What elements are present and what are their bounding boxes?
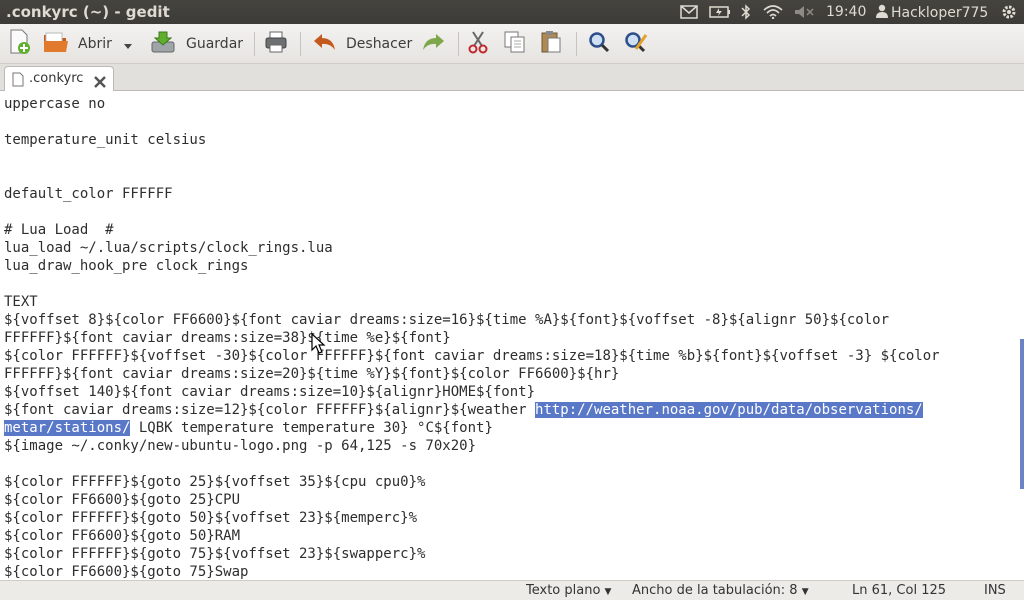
top-panel: .conkyrc (~) - gedit 19:40 Hackloper775 — [0, 0, 1024, 24]
editor-line[interactable]: temperature_unit celsius — [4, 131, 940, 149]
search-replace-icon — [624, 31, 648, 57]
cursor-position: Ln 61, Col 125 — [852, 583, 947, 598]
save-button[interactable]: Guardar — [150, 24, 246, 64]
volume-muted-icon[interactable] — [792, 0, 816, 24]
recent-files-dropdown[interactable] — [124, 24, 138, 64]
undo-arrow-icon — [312, 32, 338, 56]
user-menu[interactable]: Hackloper775 — [876, 4, 988, 22]
editor-line[interactable]: ${font caviar dreams:size=12}${color FFF… — [4, 401, 940, 419]
text-file-icon — [12, 72, 24, 91]
selected-text[interactable]: metar/stations/ — [4, 420, 131, 436]
tab-label: .conkyrc — [29, 71, 84, 86]
line-text: LQBK temperature temperature 30} °C${fon… — [138, 420, 493, 436]
tab-conkyrc[interactable]: .conkyrc — [4, 66, 114, 92]
editor-line[interactable]: ${color FF6600}${goto 75}Swap — [4, 563, 940, 580]
editor-line[interactable]: ${voffset 140}${font caviar dreams:size=… — [4, 383, 940, 401]
scissors-icon — [468, 30, 488, 58]
paste-clipboard-icon — [540, 30, 562, 58]
editor-line[interactable]: # Lua Load # — [4, 221, 940, 239]
editor-line[interactable]: ${color FFFFFF}${goto 75}${voffset 23}${… — [4, 545, 940, 563]
editor-line[interactable] — [4, 455, 940, 473]
tab-width-label: Ancho de la tabulación: 8 — [632, 583, 798, 598]
chevron-down-icon: ▼ — [801, 587, 809, 597]
scrollbar[interactable] — [1020, 339, 1024, 489]
editor-line[interactable]: lua_load ~/.lua/scripts/clock_rings.lua — [4, 239, 940, 257]
open-folder-icon — [42, 30, 70, 58]
toolbar-separator — [576, 32, 577, 56]
printer-icon — [264, 31, 288, 57]
syntax-mode-label: Texto plano — [526, 583, 601, 598]
mouse-pointer-icon — [311, 332, 327, 355]
wifi-icon[interactable] — [761, 0, 785, 24]
new-document-button[interactable] — [8, 24, 36, 64]
toolbar: Abrir Guardar Deshacer — [0, 24, 1024, 64]
editor-line[interactable] — [4, 149, 940, 167]
search-button[interactable] — [588, 24, 614, 64]
search-icon — [588, 31, 610, 57]
clock[interactable]: 19:40 — [826, 4, 866, 20]
editor-line[interactable]: FFFFFF}${font caviar dreams:size=38}${ti… — [4, 329, 940, 347]
editor-line[interactable]: metar/stations/ LQBK temperature tempera… — [4, 419, 940, 437]
user-icon — [876, 4, 888, 22]
editor-line[interactable] — [4, 203, 940, 221]
line-text: ${font caviar dreams:size=12}${color FFF… — [4, 402, 536, 418]
editor-line[interactable]: FFFFFF}${font caviar dreams:size=20}${ti… — [4, 365, 940, 383]
print-button[interactable] — [264, 24, 290, 64]
redo-arrow-icon — [420, 32, 446, 56]
close-tab-icon[interactable] — [94, 73, 106, 92]
paste-button[interactable] — [540, 24, 566, 64]
editor-line[interactable]: default_color FFFFFF — [4, 185, 940, 203]
editor-line[interactable]: ${color FFFFFF}${voffset -30}${color FFF… — [4, 347, 940, 365]
copy-icon — [504, 31, 526, 57]
save-icon — [150, 30, 176, 58]
editor-line[interactable]: uppercase no — [4, 95, 940, 113]
tab-width-selector[interactable]: Ancho de la tabulación: 8 ▼ — [632, 583, 809, 598]
chevron-down-icon — [124, 35, 132, 54]
undo-button[interactable]: Deshacer — [312, 24, 412, 64]
mail-icon[interactable] — [678, 0, 700, 24]
tab-bar: .conkyrc — [0, 64, 1024, 92]
copy-button[interactable] — [504, 24, 530, 64]
open-label: Abrir — [78, 36, 112, 52]
bluetooth-icon[interactable] — [738, 0, 754, 24]
editor-line[interactable]: ${color FFFFFF}${goto 50}${voffset 23}${… — [4, 509, 940, 527]
redo-button[interactable] — [420, 24, 448, 64]
editor-line[interactable]: TEXT — [4, 293, 940, 311]
editor-line[interactable]: ${color FF6600}${goto 50}RAM — [4, 527, 940, 545]
editor-line[interactable]: ${color FF6600}${goto 25}CPU — [4, 491, 940, 509]
selected-text[interactable]: http://weather.noaa.gov/pub/data/observa… — [535, 402, 923, 418]
toolbar-separator — [254, 32, 255, 56]
editor-line[interactable]: ${voffset 8}${color FF6600}${font caviar… — [4, 311, 940, 329]
status-bar: Texto plano ▼ Ancho de la tabulación: 8 … — [0, 580, 1024, 600]
new-document-icon — [8, 29, 32, 59]
editor-line[interactable] — [4, 275, 940, 293]
chevron-down-icon: ▼ — [604, 587, 612, 597]
search-replace-button[interactable] — [624, 24, 652, 64]
text-editor[interactable]: uppercase no temperature_unit celsius de… — [0, 91, 1024, 580]
editor-line[interactable]: ${image ~/.conky/new-ubuntu-logo.png -p … — [4, 437, 940, 455]
undo-label: Deshacer — [346, 36, 413, 52]
editor-line[interactable]: ${color FFFFFF}${goto 25}${voffset 35}${… — [4, 473, 940, 491]
window-title: .conkyrc (~) - gedit — [6, 3, 170, 21]
battery-icon[interactable] — [707, 0, 733, 24]
insert-mode: INS — [984, 583, 1006, 598]
editor-line[interactable]: lua_draw_hook_pre clock_rings — [4, 257, 940, 275]
toolbar-separator — [458, 32, 459, 56]
editor-line[interactable] — [4, 167, 940, 185]
open-button[interactable]: Abrir — [42, 24, 122, 64]
gear-icon[interactable] — [998, 0, 1020, 24]
cut-button[interactable] — [468, 24, 494, 64]
toolbar-separator — [300, 32, 301, 56]
user-name: Hackloper775 — [891, 5, 989, 21]
editor-line[interactable] — [4, 113, 940, 131]
syntax-mode-selector[interactable]: Texto plano ▼ — [526, 583, 611, 598]
save-label: Guardar — [186, 36, 244, 52]
